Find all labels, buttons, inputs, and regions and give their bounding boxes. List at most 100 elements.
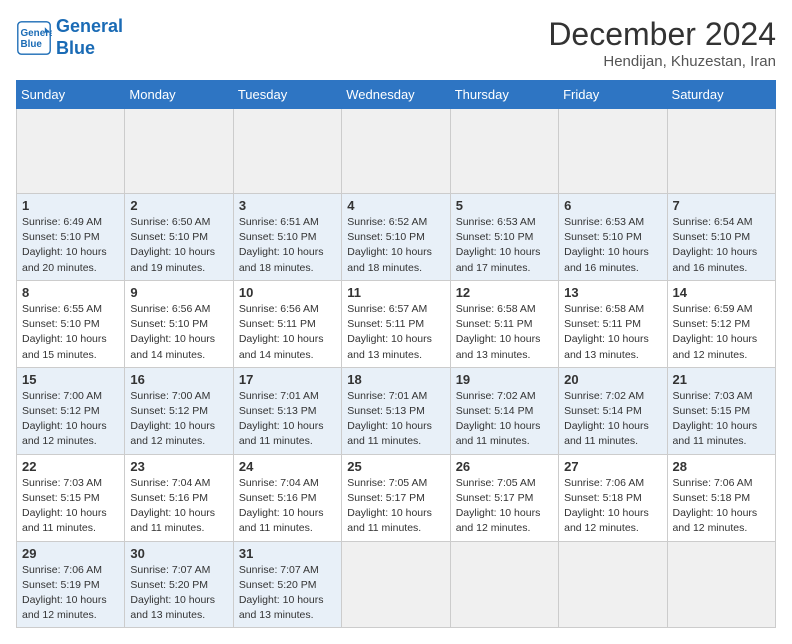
calendar-table: SundayMondayTuesdayWednesdayThursdayFrid… <box>16 80 776 628</box>
day-number: 11 <box>347 285 444 300</box>
day-detail: Sunrise: 7:00 AMSunset: 5:12 PMDaylight:… <box>130 389 227 450</box>
calendar-week-row: 22Sunrise: 7:03 AMSunset: 5:15 PMDayligh… <box>17 454 776 541</box>
day-number: 18 <box>347 372 444 387</box>
calendar-cell: 22Sunrise: 7:03 AMSunset: 5:15 PMDayligh… <box>17 454 125 541</box>
calendar-cell <box>233 109 341 194</box>
day-number: 9 <box>130 285 227 300</box>
day-detail: Sunrise: 6:54 AMSunset: 5:10 PMDaylight:… <box>673 215 770 276</box>
calendar-week-row: 29 Sunrise: 7:06 AMSunset: 5:19 PMDayligh… <box>17 541 776 628</box>
calendar-cell: 5 Sunrise: 6:53 AMSunset: 5:10 PMDaylight… <box>450 194 558 281</box>
day-detail: Sunrise: 7:01 AMSunset: 5:13 PMDaylight:… <box>239 389 336 450</box>
calendar-cell: 23 Sunrise: 7:04 AMSunset: 5:16 PMDayligh… <box>125 454 233 541</box>
day-detail: Sunrise: 7:06 AMSunset: 5:18 PMDaylight:… <box>673 476 770 537</box>
day-number: 3 <box>239 198 336 213</box>
calendar-cell: 7Sunrise: 6:54 AMSunset: 5:10 PMDaylight… <box>667 194 775 281</box>
weekday-header-friday: Friday <box>559 81 667 109</box>
calendar-cell: 29 Sunrise: 7:06 AMSunset: 5:19 PMDayligh… <box>17 541 125 628</box>
calendar-cell: 18 Sunrise: 7:01 AMSunset: 5:13 PMDayligh… <box>342 367 450 454</box>
month-title: December 2024 <box>548 16 776 53</box>
calendar-cell: 12Sunrise: 6:58 AMSunset: 5:11 PMDayligh… <box>450 280 558 367</box>
weekday-header-wednesday: Wednesday <box>342 81 450 109</box>
weekday-header-tuesday: Tuesday <box>233 81 341 109</box>
day-number: 28 <box>673 459 770 474</box>
day-number: 5 <box>456 198 553 213</box>
calendar-cell <box>450 109 558 194</box>
logo: General Blue General Blue <box>16 16 123 59</box>
calendar-cell: 6Sunrise: 6:53 AMSunset: 5:10 PMDaylight… <box>559 194 667 281</box>
page-header: General Blue General Blue December 2024 … <box>16 16 776 70</box>
calendar-cell: 31Sunrise: 7:07 AMSunset: 5:20 PMDayligh… <box>233 541 341 628</box>
day-number: 10 <box>239 285 336 300</box>
day-number: 30 <box>130 546 227 561</box>
day-detail: Sunrise: 7:05 AMSunset: 5:17 PMDaylight:… <box>347 476 444 537</box>
weekday-header-thursday: Thursday <box>450 81 558 109</box>
calendar-week-row: 15 Sunrise: 7:00 AMSunset: 5:12 PMDayligh… <box>17 367 776 454</box>
calendar-cell: 30Sunrise: 7:07 AMSunset: 5:20 PMDayligh… <box>125 541 233 628</box>
day-detail: Sunrise: 7:01 AMSunset: 5:13 PMDaylight:… <box>347 389 444 450</box>
weekday-header-row: SundayMondayTuesdayWednesdayThursdayFrid… <box>17 81 776 109</box>
day-number: 12 <box>456 285 553 300</box>
day-detail: Sunrise: 7:06 AMSunset: 5:19 PMDaylight:… <box>22 563 119 624</box>
calendar-cell: 8 Sunrise: 6:55 AMSunset: 5:10 PMDaylight… <box>17 280 125 367</box>
calendar-cell: 24Sunrise: 7:04 AMSunset: 5:16 PMDayligh… <box>233 454 341 541</box>
calendar-cell <box>559 541 667 628</box>
calendar-cell: 13Sunrise: 6:58 AMSunset: 5:11 PMDayligh… <box>559 280 667 367</box>
day-number: 8 <box>22 285 119 300</box>
calendar-cell: 3 Sunrise: 6:51 AMSunset: 5:10 PMDaylight… <box>233 194 341 281</box>
calendar-week-row: 8 Sunrise: 6:55 AMSunset: 5:10 PMDaylight… <box>17 280 776 367</box>
day-detail: Sunrise: 7:00 AMSunset: 5:12 PMDaylight:… <box>22 389 119 450</box>
calendar-cell: 1 Sunrise: 6:49 AMSunset: 5:10 PMDaylight… <box>17 194 125 281</box>
day-number: 4 <box>347 198 444 213</box>
day-number: 27 <box>564 459 661 474</box>
calendar-cell <box>667 541 775 628</box>
calendar-week-row <box>17 109 776 194</box>
day-detail: Sunrise: 6:55 AMSunset: 5:10 PMDaylight:… <box>22 302 119 363</box>
day-detail: Sunrise: 6:49 AMSunset: 5:10 PMDaylight:… <box>22 215 119 276</box>
calendar-cell: 26Sunrise: 7:05 AMSunset: 5:17 PMDayligh… <box>450 454 558 541</box>
logo-text-general: General <box>56 16 123 36</box>
calendar-cell <box>125 109 233 194</box>
calendar-week-row: 1 Sunrise: 6:49 AMSunset: 5:10 PMDaylight… <box>17 194 776 281</box>
weekday-header-saturday: Saturday <box>667 81 775 109</box>
day-number: 31 <box>239 546 336 561</box>
day-detail: Sunrise: 7:02 AMSunset: 5:14 PMDaylight:… <box>456 389 553 450</box>
calendar-cell: 21Sunrise: 7:03 AMSunset: 5:15 PMDayligh… <box>667 367 775 454</box>
day-number: 16 <box>130 372 227 387</box>
logo-icon: General Blue <box>16 20 52 56</box>
day-detail: Sunrise: 7:03 AMSunset: 5:15 PMDaylight:… <box>22 476 119 537</box>
day-number: 15 <box>22 372 119 387</box>
day-number: 21 <box>673 372 770 387</box>
weekday-header-sunday: Sunday <box>17 81 125 109</box>
day-detail: Sunrise: 6:51 AMSunset: 5:10 PMDaylight:… <box>239 215 336 276</box>
day-number: 29 <box>22 546 119 561</box>
day-number: 19 <box>456 372 553 387</box>
calendar-cell: 28 Sunrise: 7:06 AMSunset: 5:18 PMDayligh… <box>667 454 775 541</box>
calendar-cell: 4 Sunrise: 6:52 AMSunset: 5:10 PMDaylight… <box>342 194 450 281</box>
calendar-cell: 19 Sunrise: 7:02 AMSunset: 5:14 PMDayligh… <box>450 367 558 454</box>
day-detail: Sunrise: 6:53 AMSunset: 5:10 PMDaylight:… <box>456 215 553 276</box>
day-number: 2 <box>130 198 227 213</box>
calendar-cell <box>342 541 450 628</box>
day-number: 13 <box>564 285 661 300</box>
day-number: 17 <box>239 372 336 387</box>
calendar-cell: 25Sunrise: 7:05 AMSunset: 5:17 PMDayligh… <box>342 454 450 541</box>
day-detail: Sunrise: 6:53 AMSunset: 5:10 PMDaylight:… <box>564 215 661 276</box>
day-number: 1 <box>22 198 119 213</box>
day-detail: Sunrise: 6:52 AMSunset: 5:10 PMDaylight:… <box>347 215 444 276</box>
title-block: December 2024 Hendijan, Khuzestan, Iran <box>548 16 776 70</box>
calendar-cell: 10Sunrise: 6:56 AMSunset: 5:11 PMDayligh… <box>233 280 341 367</box>
calendar-cell: 15 Sunrise: 7:00 AMSunset: 5:12 PMDayligh… <box>17 367 125 454</box>
calendar-cell: 9Sunrise: 6:56 AMSunset: 5:10 PMDaylight… <box>125 280 233 367</box>
calendar-cell: 14Sunrise: 6:59 AMSunset: 5:12 PMDayligh… <box>667 280 775 367</box>
day-detail: Sunrise: 6:50 AMSunset: 5:10 PMDaylight:… <box>130 215 227 276</box>
day-detail: Sunrise: 7:05 AMSunset: 5:17 PMDaylight:… <box>456 476 553 537</box>
calendar-cell <box>559 109 667 194</box>
calendar-cell: 17 Sunrise: 7:01 AMSunset: 5:13 PMDayligh… <box>233 367 341 454</box>
day-number: 14 <box>673 285 770 300</box>
weekday-header-monday: Monday <box>125 81 233 109</box>
calendar-cell <box>450 541 558 628</box>
day-number: 23 <box>130 459 227 474</box>
calendar-cell: 2 Sunrise: 6:50 AMSunset: 5:10 PMDaylight… <box>125 194 233 281</box>
day-detail: Sunrise: 6:57 AMSunset: 5:11 PMDaylight:… <box>347 302 444 363</box>
day-detail: Sunrise: 7:04 AMSunset: 5:16 PMDaylight:… <box>130 476 227 537</box>
